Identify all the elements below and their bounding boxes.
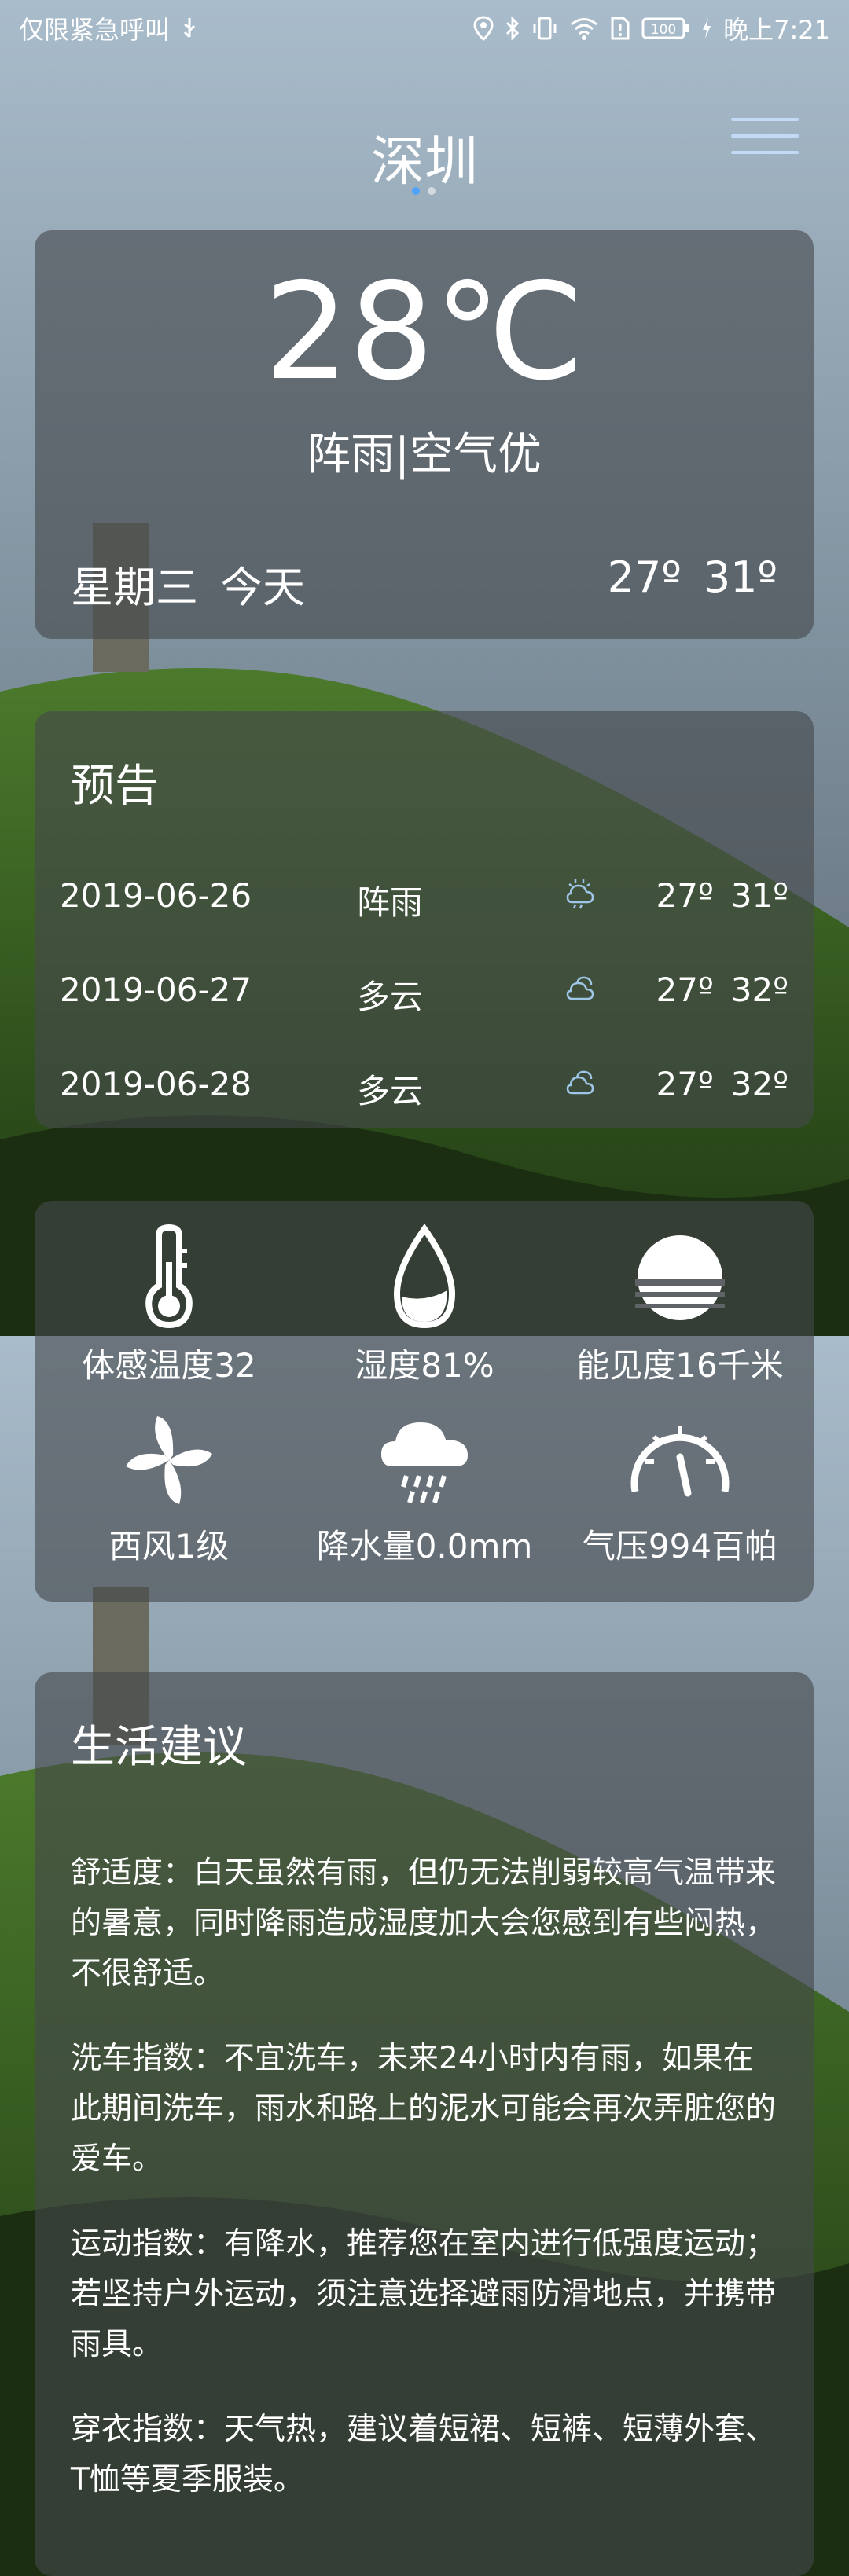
life-advice-card: 生活建议 舒适度：白天虽然有雨，但仍无法削弱较高气温带来的暑意，同时降雨造成湿度… (35, 1672, 814, 2576)
menu-icon (731, 118, 799, 121)
forecast-low: 27º (656, 971, 714, 1009)
city-title: 深圳 (370, 131, 478, 193)
rain-cloud-icon (381, 1422, 468, 1503)
forecast-high: 32º (730, 971, 788, 1009)
menu-icon-line (731, 151, 799, 154)
thermometer-icon (145, 1224, 193, 1329)
sim-alert-icon (610, 16, 630, 41)
clothing-advice: 穿衣指数：天气热，建议着短裙、短裤、短薄外套、T恤等夏季服装。 (71, 2412, 777, 2497)
battery-level: 100 (651, 22, 676, 38)
wind-label: 西风1级 (108, 1527, 230, 1565)
page-dot-active[interactable] (412, 187, 420, 195)
day-label: 今天 (220, 563, 305, 612)
status-bar: 仅限紧急呼叫 100 晚上7:21 (0, 0, 849, 57)
carrier-text: 仅限紧急呼叫 (19, 15, 171, 45)
page-dot[interactable] (428, 187, 436, 195)
today-high: 31º (703, 552, 777, 602)
forecast-low: 27º (656, 1065, 714, 1103)
feels-like-label: 体感温度32 (82, 1346, 256, 1385)
current-temperature: 28℃ (263, 255, 585, 410)
shower-icon (563, 876, 597, 911)
charging-icon (701, 17, 712, 40)
forecast-low: 27º (656, 876, 714, 915)
clock: 晚上7:21 (723, 15, 830, 45)
visibility-label: 能见度16千米 (576, 1346, 784, 1385)
forecast-range: 27º 32º (656, 971, 788, 1009)
details-card: 体感温度32 湿度81% 能见度16千米 西风1级 降水量0.0mm 气压994… (35, 1201, 814, 1602)
wind-fan-icon (126, 1416, 212, 1504)
precipitation-item: 降水量0.0mm (295, 1405, 554, 1568)
car-wash-advice: 洗车指数：不宜洗车，未来24小时内有雨，如果在此期间洗车，雨水和路上的泥水可能会… (71, 2041, 777, 2177)
forecast-high: 32º (730, 1065, 788, 1103)
feels-like-item: 体感温度32 (39, 1224, 299, 1387)
forecast-date: 2019-06-28 (60, 1065, 252, 1103)
life-advice-title: 生活建议 (71, 1722, 247, 1773)
humidity-drop-icon (393, 1224, 456, 1329)
sport-advice: 运动指数：有降水，推荐您在室内进行低强度运动；若坚持户外运动，须注意选择避雨防滑… (71, 2226, 777, 2362)
forecast-row: 2019-06-26 阵雨 27º 31º (60, 876, 788, 923)
today-low: 27º (607, 552, 682, 602)
humidity-label: 湿度81% (355, 1346, 494, 1385)
menu-icon-line (731, 134, 799, 138)
bluetooth-icon (505, 16, 520, 41)
weekday: 星期三 (71, 563, 198, 612)
pressure-item: 气压994百帕 (550, 1405, 810, 1568)
forecast-title: 预告 (71, 761, 159, 812)
location-icon (473, 16, 494, 41)
pressure-label: 气压994百帕 (582, 1527, 778, 1565)
visibility-icon (635, 1235, 725, 1320)
forecast-date: 2019-06-27 (60, 971, 252, 1009)
humidity-item: 湿度81% (295, 1224, 554, 1387)
menu-button[interactable] (731, 118, 799, 168)
forecast-high: 31º (730, 876, 788, 915)
comfort-advice: 舒适度：白天虽然有雨，但仍无法削弱较高气温带来的暑意，同时降雨造成湿度加大会您感… (71, 1855, 777, 1991)
forecast-row: 2019-06-27 多云 27º 32º (60, 971, 788, 1018)
forecast-date: 2019-06-26 (60, 876, 252, 915)
current-condition: 阵雨|空气优 (307, 429, 542, 480)
forecast-card: 预告 2019-06-26 阵雨 27º 31º 2019-06-27 多云 2… (35, 711, 814, 1128)
app-header: 深圳 (0, 102, 849, 196)
wifi-icon (569, 16, 599, 41)
today-temp-range: 27º 31º (608, 552, 777, 602)
visibility-item: 能见度16千米 (550, 1224, 810, 1387)
battery-icon: 100 (641, 16, 690, 41)
pressure-gauge-icon (630, 1426, 730, 1497)
wind-item: 西风1级 (39, 1405, 299, 1568)
cloudy-icon (563, 1065, 597, 1099)
today-label: 星期三 今天 (71, 552, 305, 615)
cloudy-icon (563, 971, 597, 1005)
current-weather-card: 28℃ 阵雨|空气优 星期三 今天 27º 31º (35, 230, 814, 639)
forecast-range: 27º 31º (656, 876, 788, 915)
forecast-row: 2019-06-28 多云 27º 32º (60, 1065, 788, 1112)
vibrate-icon (531, 16, 558, 41)
forecast-condition: 阵雨 (357, 883, 424, 922)
forecast-condition: 多云 (357, 978, 424, 1016)
forecast-range: 27º 32º (656, 1065, 788, 1103)
precipitation-label: 降水量0.0mm (316, 1527, 533, 1565)
page-indicator (412, 187, 436, 195)
forecast-condition: 多云 (357, 1072, 424, 1110)
usb-icon (181, 17, 198, 40)
